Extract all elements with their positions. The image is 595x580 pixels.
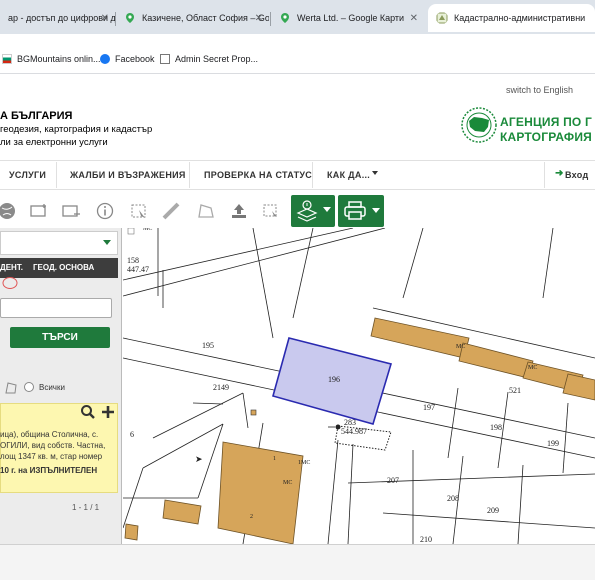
parcel-number: 209	[487, 506, 499, 515]
select-rectangle-icon[interactable]	[26, 198, 52, 224]
elevation-label: 447.47	[127, 265, 149, 274]
agency-logo-icon	[461, 107, 497, 143]
result-line: ица), община Столична, с.	[0, 430, 99, 439]
all-label: Всички	[39, 383, 65, 392]
search-button[interactable]: ТЪРСИ	[10, 327, 110, 348]
polygon-select-icon[interactable]	[4, 381, 18, 395]
parcel-number: 208	[447, 494, 459, 503]
chevron-down-icon	[372, 171, 378, 175]
close-icon[interactable]: ✕	[410, 13, 418, 24]
login-icon: ➜	[555, 168, 564, 179]
bookmark-admin[interactable]: Admin Secret Prop...	[160, 54, 258, 64]
parcel-number: 207	[387, 476, 399, 485]
browser-tab[interactable]: ар - достъп до цифрови д ✕	[0, 4, 115, 32]
facebook-icon	[100, 54, 110, 64]
select-parcel-icon[interactable]	[126, 198, 152, 224]
measure-area-icon[interactable]	[193, 198, 219, 224]
header-subtitle: ли за електронни услуги	[0, 137, 108, 148]
parcel-number: 199	[547, 439, 559, 448]
close-icon[interactable]: ✕	[101, 13, 109, 24]
print-icon	[344, 201, 366, 220]
parcel-number: 197	[423, 403, 435, 412]
nav-item-howto[interactable]: КАК ДА...	[327, 170, 370, 180]
deselect-rectangle-icon[interactable]	[58, 198, 84, 224]
building-label: 2	[250, 514, 253, 520]
page-title: А БЪЛГАРИЯ	[0, 110, 73, 122]
result-line: ОГИЛИ, вид собств. Частна,	[0, 441, 106, 450]
globe-icon[interactable]	[0, 198, 20, 224]
search-input[interactable]	[0, 298, 112, 318]
map-canvas[interactable]	[123, 228, 595, 544]
result-line: лощ 1347 кв. м, стар номер	[0, 452, 103, 461]
browser-tab-active[interactable]: Кадастрално-административни	[428, 4, 595, 32]
bookmark-bgmountains[interactable]: BGMountains onlin...	[2, 54, 101, 64]
cadastre-icon	[436, 12, 448, 24]
tab-label: Кадастрално-административни	[454, 13, 586, 23]
login-link[interactable]: Вход	[565, 170, 588, 180]
bottom-edge	[0, 544, 595, 580]
building-label: МС	[456, 344, 466, 350]
chevron-down-icon	[323, 207, 331, 212]
building-label: МС	[143, 228, 153, 232]
page-icon	[160, 54, 170, 64]
tab-ident[interactable]: ДЕНТ.	[0, 263, 23, 272]
bookmark-facebook[interactable]: Facebook	[100, 54, 155, 64]
bookmark-label: Facebook	[115, 54, 155, 64]
info-icon[interactable]	[92, 198, 118, 224]
parcel-number: 6	[130, 430, 134, 439]
cursor-icon: ➤	[195, 454, 203, 464]
nav-item-services[interactable]: УСЛУГИ	[9, 170, 46, 180]
tab-label: ар - достъп до цифрови д	[8, 13, 115, 23]
flag-icon	[2, 54, 12, 64]
parcel-number: 195	[202, 341, 214, 350]
pagination: 1 - 1 / 1	[72, 503, 100, 512]
chevron-down-icon	[103, 240, 111, 245]
add-icon[interactable]	[100, 404, 116, 420]
parcel-number: 283	[344, 418, 356, 427]
result-line-text: 10 г. на ИЗПЪЛНИТЕЛЕН	[0, 466, 98, 475]
result-line: 10 г. на ИЗПЪЛНИТЕЛЕН	[0, 466, 97, 475]
parcel-number: 196	[328, 375, 340, 384]
agency-name: АГЕНЦИЯ ПО Г	[500, 115, 592, 129]
required-marker-icon	[2, 277, 18, 289]
tab-label: Казичене, Област София – Goo	[142, 13, 269, 23]
building-label: 1МС	[298, 460, 311, 466]
layers-button[interactable]	[291, 195, 335, 227]
zoom-to-result-icon[interactable]	[80, 404, 96, 420]
building-label: МС	[528, 365, 538, 371]
close-icon[interactable]: ✕	[255, 13, 263, 24]
search-type-select[interactable]	[0, 231, 118, 255]
nav-item-status-check[interactable]: ПРОВЕРКА НА СТАТУС	[204, 170, 312, 180]
parcel-number: 210	[420, 535, 432, 544]
layers-icon	[296, 200, 318, 222]
agency-name: КАРТОГРАФИЯ	[500, 130, 593, 144]
tab-geod-basis[interactable]: ГЕОД. ОСНОВА	[33, 263, 94, 272]
parcel-number: 198	[490, 423, 502, 432]
header-subtitle: геодезия, картография и кадастър	[0, 124, 153, 135]
parcel-number: 158	[127, 256, 139, 265]
switch-language-link[interactable]: switch to English	[506, 85, 573, 95]
download-icon[interactable]	[226, 198, 252, 224]
nav-item-complaints[interactable]: ЖАЛБИ И ВЪЗРАЖЕНИЯ	[70, 170, 186, 180]
chevron-down-icon	[372, 208, 380, 213]
bookmark-label: Admin Secret Prop...	[175, 54, 259, 64]
building-label: 1	[273, 456, 276, 462]
browser-tab-bar: ар - достъп до цифрови д ✕ Казичене, Обл…	[0, 0, 595, 34]
parcel-number: 521	[509, 386, 521, 395]
google-maps-icon	[281, 13, 289, 23]
panel-tabs: ДЕНТ. ГЕОД. ОСНОВА	[0, 258, 118, 278]
bookmark-label: BGMountains onlin...	[17, 54, 101, 64]
zoom-to-selection-icon[interactable]	[258, 198, 284, 224]
building-label: МС	[283, 480, 293, 486]
elevation-label: 544.987	[341, 427, 367, 436]
cadastral-map[interactable]: 158 447.47 195 2149 196 197 521 198 199 …	[123, 228, 595, 544]
browser-tab[interactable]: Werta Ltd. – Google Карти ✕	[271, 4, 424, 32]
measure-distance-icon[interactable]	[158, 198, 184, 224]
parcel-number: 2149	[213, 383, 229, 392]
google-maps-icon	[126, 13, 134, 23]
tab-label: Werta Ltd. – Google Карти	[297, 13, 405, 23]
all-radio[interactable]	[24, 382, 34, 392]
print-button[interactable]	[338, 195, 384, 227]
browser-tab[interactable]: Казичене, Област София – Goo ✕	[116, 4, 269, 32]
